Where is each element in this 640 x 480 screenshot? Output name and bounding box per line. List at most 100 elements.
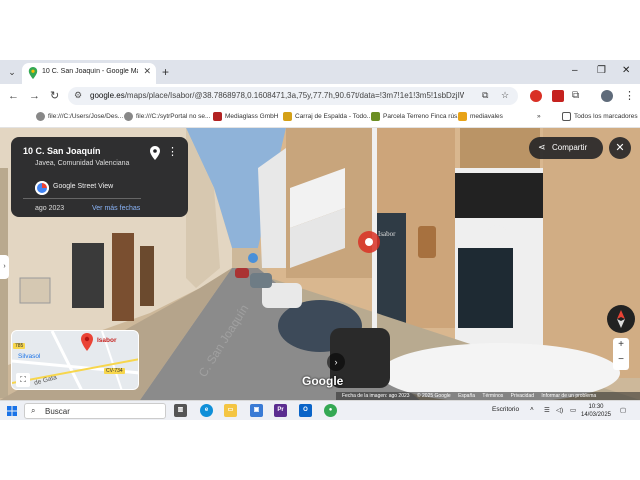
search-label: Buscar: [45, 407, 70, 416]
active-tab[interactable]: 10 C. San Joaquín - Google Maps ✕: [22, 63, 156, 84]
expand-map-icon[interactable]: ⛶: [16, 373, 30, 387]
report-problem-link[interactable]: Informar de un problema: [541, 393, 596, 399]
store-icon[interactable]: ▣: [250, 404, 263, 417]
mini-map-roads: [12, 331, 138, 389]
share-label: Compartir: [552, 143, 588, 152]
compass-icon[interactable]: [607, 305, 635, 333]
mini-map[interactable]: Isabor Silvasol 785 CV-734 de Gata ⛶: [11, 330, 139, 390]
tab-title: 10 C. San Joaquín - Google Maps: [42, 68, 138, 75]
maximize-icon[interactable]: ❐: [597, 65, 606, 77]
bookmark-item[interactable]: file:///C:/Users/Jose/Des...: [36, 112, 123, 122]
profile-avatar[interactable]: [601, 90, 613, 102]
google-logo: Google: [302, 374, 344, 388]
country-link[interactable]: España: [458, 393, 475, 399]
road-badge: CV-734: [104, 368, 125, 374]
tab-search-button[interactable]: ⌄: [4, 64, 20, 80]
bookmark-item[interactable]: file:///C:/sytrPortal no se...: [124, 112, 210, 122]
more-options-icon[interactable]: ⋮: [167, 145, 178, 158]
minimize-icon[interactable]: –: [572, 65, 578, 77]
navigate-arrow-icon[interactable]: ›: [327, 353, 345, 371]
desktop-label[interactable]: Escritorio: [492, 406, 519, 413]
bookmarks-bar: file:///C:/Users/Jose/Des... file:///C:/…: [0, 108, 640, 128]
zoom-control[interactable]: + −: [613, 338, 629, 370]
divider: [23, 198, 141, 199]
image-date: Fecha de la imagen: ago 2023: [342, 393, 410, 399]
street-view-logo-icon: [35, 181, 49, 195]
collapse-panel-handle[interactable]: ›: [0, 255, 9, 279]
task-view-icon[interactable]: ▥: [174, 404, 187, 417]
minimap-place-label: Isabor: [97, 337, 117, 344]
all-bookmarks[interactable]: Todos los marcadores: [562, 112, 638, 122]
edge-icon[interactable]: e: [200, 404, 213, 417]
windows-taskbar: ⌕ Buscar ▥ e ▭ ▣ Pr O ● Escritorio ˄ ☰ ◁…: [0, 400, 640, 420]
realestate-icon: [371, 112, 380, 121]
extension-pdf-icon[interactable]: [552, 90, 564, 102]
battery-icon[interactable]: ▭: [570, 406, 576, 414]
zoom-out-icon[interactable]: −: [613, 354, 629, 365]
mediaglass-icon: [213, 112, 222, 121]
copyright: © 2025 Google: [416, 393, 451, 399]
install-app-icon[interactable]: ⧉: [482, 90, 488, 101]
tab-close-icon[interactable]: ✕: [143, 66, 151, 77]
globe-icon: [124, 112, 133, 121]
attribution-bar: Fecha de la imagen: ago 2023 © 2025 Goog…: [336, 392, 640, 400]
share-button[interactable]: ⋖ Compartir: [529, 137, 603, 159]
bookmark-star-icon[interactable]: ☆: [501, 90, 509, 101]
file-explorer-icon[interactable]: ▭: [224, 404, 237, 417]
window-close-icon[interactable]: ✕: [622, 65, 630, 77]
bookmark-item[interactable]: Carraj de Espalda - Todo...: [283, 112, 372, 122]
site-info-icon[interactable]: ⚙: [74, 90, 82, 101]
clock-time: 10:30: [588, 404, 604, 410]
tab-bar: ⌄ 10 C. San Joaquín - Google Maps ✕ + – …: [0, 60, 640, 84]
extensions-puzzle-icon[interactable]: ⧉: [572, 89, 579, 103]
place-subtitle: Javea, Comunidad Valenciana: [35, 160, 130, 167]
url-text: google.es/maps/place/Isabor/@38.7868978,…: [90, 91, 464, 100]
taskbar-search-box[interactable]: ⌕ Buscar: [24, 403, 166, 419]
network-icon[interactable]: ☰: [544, 406, 550, 414]
bookmark-item[interactable]: mediavales: [458, 112, 503, 122]
privacy-link[interactable]: Privacidad: [511, 393, 534, 399]
premiere-icon[interactable]: Pr: [274, 404, 287, 417]
forward-icon[interactable]: →: [29, 89, 40, 103]
notifications-icon[interactable]: ▢: [620, 406, 626, 414]
address-bar[interactable]: ⚙ google.es/maps/place/Isabor/@38.786897…: [68, 87, 518, 105]
more-dates-link[interactable]: Ver más fechas: [92, 205, 140, 212]
system-clock[interactable]: 10:30 14/03/2025: [580, 403, 612, 419]
map-pin-icon[interactable]: [149, 146, 161, 160]
minimap-poi-label: Silvasol: [18, 353, 41, 360]
clock-date: 14/03/2025: [580, 412, 612, 418]
folder-icon: [562, 112, 571, 121]
windows-start-icon[interactable]: [7, 406, 17, 416]
outlook-icon[interactable]: O: [299, 404, 312, 417]
road-badge: 785: [13, 343, 26, 349]
browser-toolbar: ← → ↻ ⚙ google.es/maps/place/Isabor/@38.…: [0, 84, 640, 108]
street-view-panorama[interactable]: Isabor C. San Joaquín 10 C. San Joaquín …: [0, 128, 640, 400]
tray-overflow-icon[interactable]: ˄: [530, 406, 534, 413]
back-icon[interactable]: ←: [8, 89, 19, 103]
bookmark-item[interactable]: Mediaglass GmbH: [213, 112, 278, 122]
blank-margin-bottom: [0, 420, 640, 480]
search-icon: ⌕: [31, 406, 36, 415]
volume-icon[interactable]: ◁): [556, 406, 563, 414]
zoom-in-icon[interactable]: +: [613, 339, 629, 350]
reload-icon[interactable]: ↻: [50, 89, 59, 103]
location-pin-icon: [81, 333, 93, 351]
street-view-brand: Google Street View: [53, 183, 114, 190]
chrome-icon[interactable]: ●: [324, 404, 337, 417]
extension-opera-icon[interactable]: [530, 90, 542, 102]
compass-needle-icon: [617, 310, 625, 328]
place-title: 10 C. San Joaquín: [23, 146, 101, 156]
menu-kebab-icon[interactable]: ⋮: [624, 89, 635, 103]
globe-icon: [36, 112, 45, 121]
bookmark-item[interactable]: Parcela Terreno Finca rús...: [371, 112, 463, 122]
shop-sign-text: Isabor: [378, 230, 396, 238]
bookmarks-overflow-icon[interactable]: »: [537, 112, 541, 122]
zc-icon: [458, 112, 467, 121]
terms-link[interactable]: Términos: [482, 393, 503, 399]
store-icon: [283, 112, 292, 121]
new-tab-button[interactable]: +: [162, 65, 169, 79]
close-street-view-button[interactable]: ✕: [609, 137, 631, 159]
maps-favicon-icon: [28, 67, 38, 79]
capture-date: ago 2023: [35, 205, 65, 212]
blank-margin-top: [0, 0, 640, 60]
